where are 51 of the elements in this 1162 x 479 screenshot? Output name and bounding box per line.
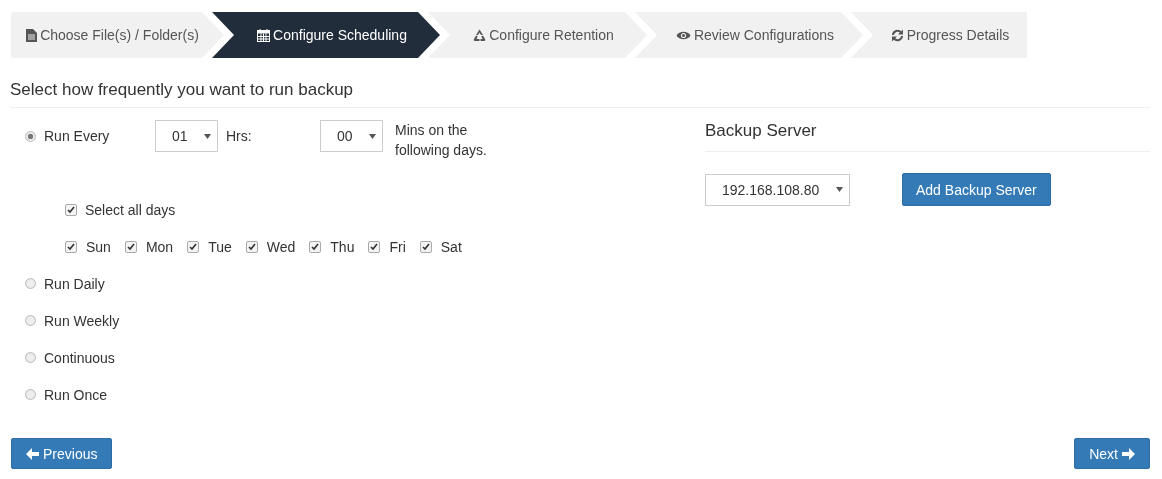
radio-button[interactable] (25, 278, 36, 289)
radio-button[interactable] (25, 389, 36, 400)
previous-button[interactable]: Previous (11, 438, 113, 469)
caret-icon (369, 133, 376, 139)
minutes-select[interactable]: 00 (320, 120, 383, 152)
checkbox[interactable] (65, 203, 77, 216)
day-label: Thu (330, 238, 355, 255)
day-label: Sun (86, 238, 111, 255)
radio-button[interactable] (25, 315, 36, 326)
caret-icon (204, 133, 211, 139)
day-label: Mon (145, 238, 174, 255)
radio-button[interactable] (25, 352, 36, 363)
day-label: Tue (208, 238, 232, 255)
add-server-button[interactable]: Add Backup Server (902, 173, 1051, 206)
arrow-right-icon (1122, 447, 1135, 460)
calendar-icon (257, 28, 271, 42)
checkbox[interactable] (187, 240, 200, 253)
hours-select[interactable]: 01 (155, 120, 218, 152)
wizard-step[interactable]: Configure Scheduling (212, 12, 440, 58)
checkbox[interactable] (368, 240, 381, 253)
recycle-icon (473, 28, 487, 42)
option-label: Continuous (44, 349, 115, 366)
wizard-step[interactable]: Progress Details (851, 12, 1027, 58)
caret-icon (836, 187, 843, 192)
option-label: Run Every (44, 128, 111, 144)
day-label: Wed (266, 238, 296, 255)
option-label: Run Daily (44, 275, 105, 292)
option-label: Run Weekly (44, 312, 120, 329)
wizard-step[interactable]: Choose File(s) / Folder(s) (11, 12, 224, 58)
file-icon (26, 28, 38, 42)
checkbox-label: Select all days (85, 201, 176, 218)
field-label: Hrs: (226, 128, 253, 144)
checkbox[interactable] (245, 240, 258, 253)
checkbox[interactable] (419, 240, 432, 253)
section-heading: Select how frequently you want to run backup (10, 58, 1150, 108)
server-select[interactable]: 192.168.108.80 (705, 173, 850, 206)
field-label: Mins on the following days. (395, 121, 488, 160)
checkbox[interactable] (65, 240, 77, 253)
checkbox[interactable] (124, 240, 137, 253)
radio-button[interactable] (25, 131, 36, 142)
eye-icon (675, 29, 691, 41)
next-button[interactable]: Next (1074, 438, 1150, 469)
checkbox[interactable] (309, 240, 322, 253)
day-label: Sat (440, 238, 462, 255)
wizard-step[interactable]: Configure Retention (428, 12, 647, 58)
arrow-left-icon (26, 447, 39, 460)
day-label: Fri (389, 238, 406, 255)
option-label: Run Once (44, 386, 108, 403)
refresh-icon (890, 28, 904, 42)
wizard-step[interactable]: Review Configurations (635, 12, 863, 58)
panel-title: Backup Server (705, 121, 1150, 152)
